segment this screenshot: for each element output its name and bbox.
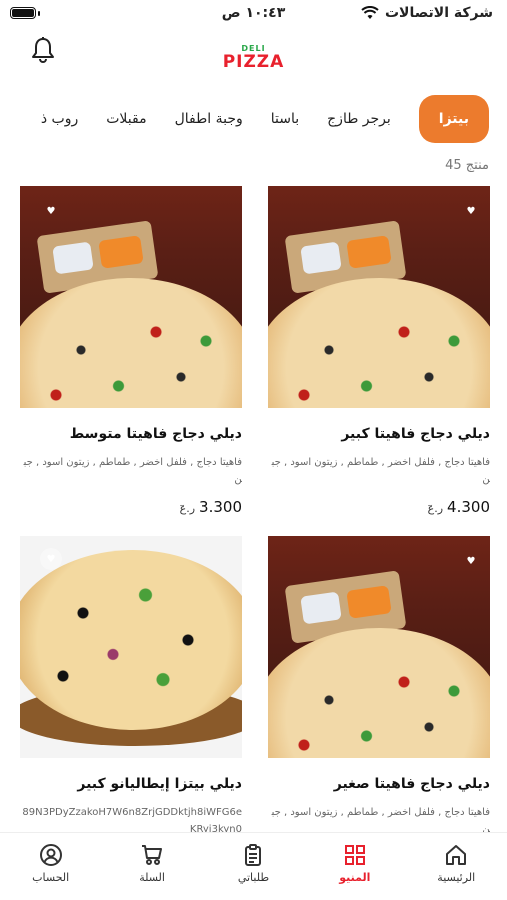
currency-label: ر.عٓ [427, 502, 444, 515]
price-value: 3.300 [199, 498, 242, 516]
cart-icon [142, 845, 163, 865]
status-bar: شركة الاتصالات ١٠:٤٣ ص [0, 0, 507, 28]
currency-label: ر.عٓ [179, 502, 196, 515]
price-value: 4.300 [447, 498, 490, 516]
tab-menu[interactable]: المنيو [310, 843, 400, 884]
heart-icon[interactable]: ♥ [460, 550, 482, 572]
tab-label: طلباتي [237, 871, 270, 884]
tab-home[interactable]: الرئيسية [411, 843, 501, 884]
bottom-tab-bar: الرئيسية المنيو طلباتي السلة الحساب [0, 832, 507, 900]
product-card[interactable]: ♥ ديلي دجاج فاهيتا متوسط فاهيتا دجاج , ف… [20, 186, 242, 516]
app-logo: DELI PIZZA [0, 44, 507, 72]
product-name: ديلي دجاج فاهيتا كبير [341, 426, 490, 442]
clipboard-icon [245, 844, 262, 866]
product-card[interactable]: ♥ ديلي بيتزا إيطاليانو كبير 89N3PDyZzako… [20, 536, 242, 838]
battery-icon [10, 7, 40, 19]
app-header: DELI PIZZA [0, 28, 507, 92]
product-image: ♥ [268, 536, 490, 758]
product-count: منتج 45 [445, 158, 489, 173]
product-name: ديلي دجاج فاهيتا متوسط [69, 426, 242, 442]
category-tabs: بيتزا برجر طازج باستا وجبة اطفال مقبلات … [0, 92, 507, 146]
product-name: ديلي بيتزا إيطاليانو كبير [77, 776, 242, 792]
tab-label: الحساب [32, 871, 70, 884]
category-rolls[interactable]: روب ذ [27, 95, 92, 143]
category-fresh-burger[interactable]: برجر طازج [313, 95, 405, 143]
category-pizza[interactable]: بيتزا [418, 95, 489, 143]
category-pasta[interactable]: باستا [257, 95, 313, 143]
tab-label: السلة [139, 871, 165, 884]
heart-icon[interactable]: ♥ [460, 200, 482, 222]
product-description: فاهيتا دجاج , فلفل اخضر , طماطم , زيتون … [23, 457, 242, 485]
product-card[interactable]: ♥ ديلي دجاج فاهيتا كبير فاهيتا دجاج , فل… [268, 186, 490, 516]
heart-icon[interactable]: ♥ [40, 548, 62, 570]
product-card[interactable]: ♥ ديلي دجاج فاهيتا صغير فاهيتا دجاج , فل… [268, 536, 490, 838]
product-image: ♥ [20, 186, 242, 408]
tab-account[interactable]: الحساب [6, 843, 96, 884]
tab-label: المنيو [339, 871, 371, 884]
tab-orders[interactable]: طلباتي [208, 843, 298, 884]
heart-icon[interactable]: ♥ [40, 200, 62, 222]
tab-cart[interactable]: السلة [107, 843, 197, 884]
user-icon [39, 844, 62, 866]
product-description: فاهيتا دجاج , فلفل اخضر , طماطم , زيتون … [271, 457, 490, 485]
logo-pizza: PIZZA [222, 52, 285, 72]
category-kids-meal[interactable]: وجبة اطفال [161, 95, 257, 143]
product-price: ر.عٓ 4.300 [268, 498, 490, 516]
product-image: ♥ [268, 186, 490, 408]
tab-label: الرئيسية [437, 871, 476, 884]
product-price: ر.عٓ 3.300 [20, 498, 242, 516]
home-icon [446, 845, 467, 865]
product-name: ديلي دجاج فاهيتا صغير [333, 776, 490, 792]
grid-icon [344, 845, 365, 865]
product-image: ♥ [20, 536, 242, 758]
category-appetizers[interactable]: مقبلات [92, 95, 160, 143]
status-time: ١٠:٤٣ ص [221, 5, 286, 21]
